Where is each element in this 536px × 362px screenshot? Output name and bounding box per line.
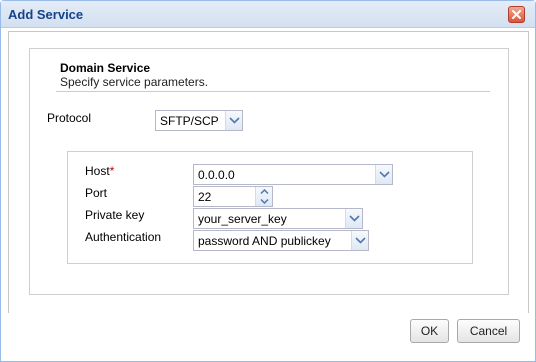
host-value: 0.0.0.0 — [198, 167, 235, 182]
port-value: 22 — [198, 189, 212, 204]
section-title: Domain Service — [60, 61, 151, 75]
port-stepper-arrows — [255, 187, 272, 206]
host-label: Host* — [85, 164, 114, 178]
authentication-select[interactable]: password AND publickey — [193, 230, 369, 251]
chevron-up-icon[interactable] — [256, 187, 272, 197]
add-service-dialog: Add Service Domain Service Specify servi… — [0, 0, 536, 362]
section-divider — [56, 91, 490, 92]
cancel-button[interactable]: Cancel — [457, 319, 520, 343]
chevron-down-icon[interactable] — [351, 231, 368, 250]
port-stepper[interactable]: 22 — [193, 186, 273, 207]
connection-settings-panel: Host* 0.0.0.0 Port 22 Private key your_s… — [67, 151, 473, 264]
authentication-value: password AND publickey — [198, 233, 331, 248]
ok-button[interactable]: OK — [410, 319, 449, 343]
port-label: Port — [85, 186, 108, 200]
protocol-select[interactable]: SFTP/SCP — [155, 110, 243, 131]
private-key-label: Private key — [85, 208, 145, 222]
required-marker: * — [109, 164, 115, 178]
service-form-panel: Domain Service Specify service parameter… — [29, 48, 509, 295]
chevron-down-icon[interactable] — [345, 209, 362, 228]
protocol-label: Protocol — [47, 111, 92, 125]
close-icon — [512, 10, 521, 19]
chevron-down-icon[interactable] — [256, 197, 272, 207]
close-button[interactable] — [508, 6, 525, 23]
dialog-footer: OK Cancel — [1, 313, 535, 361]
dialog-body: Domain Service Specify service parameter… — [8, 31, 529, 314]
private-key-select[interactable]: your_server_key — [193, 208, 363, 229]
chevron-down-icon[interactable] — [375, 165, 392, 184]
section-subtitle: Specify service parameters. — [60, 75, 209, 89]
authentication-label: Authentication — [85, 230, 162, 244]
protocol-value: SFTP/SCP — [160, 113, 219, 128]
private-key-value: your_server_key — [198, 211, 287, 226]
dialog-titlebar[interactable]: Add Service — [1, 1, 535, 28]
chevron-down-icon[interactable] — [225, 111, 242, 130]
host-label-text: Host — [85, 164, 110, 178]
dialog-title: Add Service — [8, 7, 84, 22]
host-select[interactable]: 0.0.0.0 — [193, 164, 393, 185]
